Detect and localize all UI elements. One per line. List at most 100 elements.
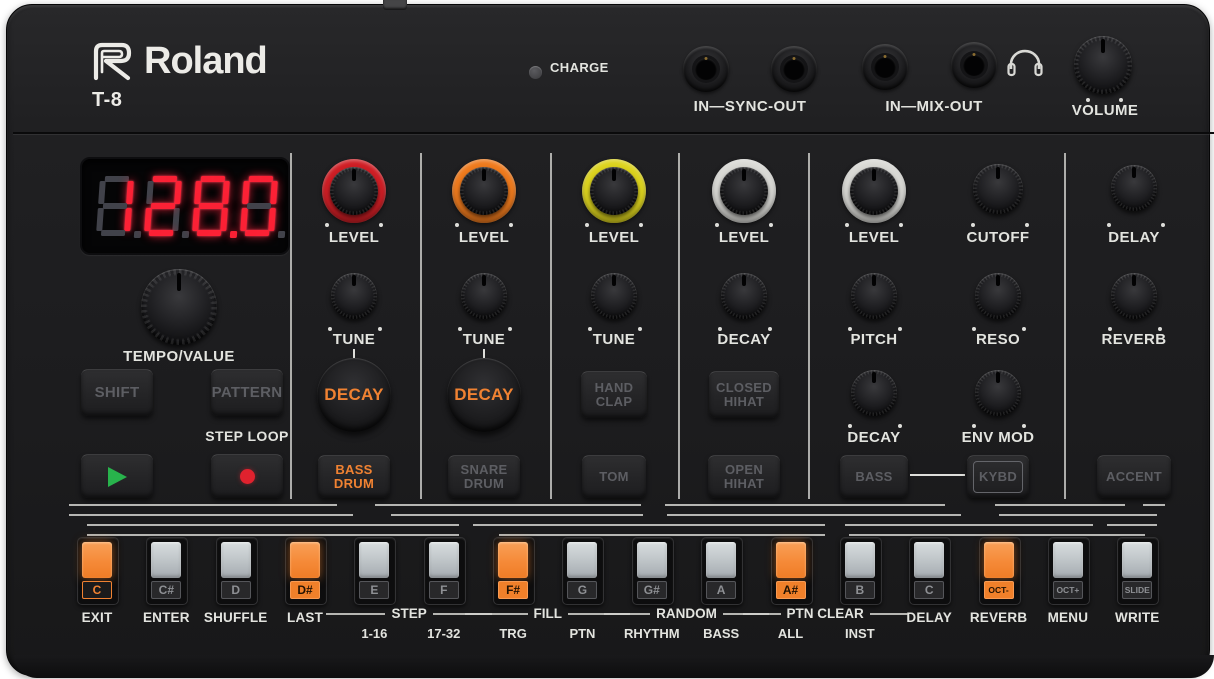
roland-logo-icon	[89, 39, 135, 83]
reverb-knob[interactable]	[1111, 273, 1157, 319]
bass-drum-level-knob[interactable]	[330, 167, 378, 215]
key-note-label: C#	[151, 581, 181, 599]
closed-hihat-button[interactable]: CLOSED HIHAT	[709, 371, 779, 418]
step-key-15-oct+[interactable]: OCT+	[1048, 537, 1090, 605]
key-pad	[290, 542, 320, 578]
step-key-13-c[interactable]: C	[909, 537, 951, 605]
hihat-decay-knob[interactable]	[721, 273, 767, 319]
play-button[interactable]	[81, 454, 153, 498]
tempo-display	[80, 157, 290, 255]
key-note-label: A#	[776, 581, 806, 599]
snare-drum-decay-button[interactable]: DECAY	[447, 358, 521, 432]
cutoff-knob[interactable]	[973, 164, 1023, 214]
key-note-label: OCT-	[984, 581, 1014, 599]
display-digit	[238, 174, 280, 238]
key-note-label: C	[82, 581, 112, 599]
key-note-label: SLIDE	[1122, 581, 1152, 599]
sync-out-jack	[771, 46, 817, 92]
power-switch-tab	[383, 0, 407, 10]
key-note-label: G	[567, 581, 597, 599]
step-key-8-g[interactable]: G	[562, 537, 604, 605]
key-pad	[1053, 542, 1083, 578]
display-digit	[190, 174, 232, 238]
key-note-label: D#	[290, 581, 320, 599]
key-function-group-ptn-clear: PTN CLEARALLINST	[743, 606, 908, 644]
step-key-2-c#[interactable]: C#	[146, 537, 188, 605]
step-key-9-g#[interactable]: G#	[632, 537, 674, 605]
key-function-label-write: WRITE	[1092, 610, 1182, 625]
snare-drum-tune-knob[interactable]	[461, 273, 507, 319]
key-pad	[637, 542, 667, 578]
bass-pitch-knob[interactable]	[851, 273, 897, 319]
step-key-10-a[interactable]: A	[701, 537, 743, 605]
hand-clap-label-line1: HAND	[595, 381, 634, 395]
tom-level-knob[interactable]	[590, 167, 638, 215]
reverb-label: REVERB	[1089, 331, 1179, 348]
bass-drum-decay-button[interactable]: DECAY	[317, 358, 391, 432]
key-pad	[706, 542, 736, 578]
step-key-5-e[interactable]: E	[354, 537, 396, 605]
key-note-label: D	[221, 581, 251, 599]
kybd-button[interactable]: KYBD	[967, 455, 1029, 498]
key-pad	[567, 542, 597, 578]
key-pad	[359, 542, 389, 578]
snare-drum-level-knob[interactable]	[460, 167, 508, 215]
step-key-12-b[interactable]: B	[840, 537, 882, 605]
snare-drum-decay-button-label: DECAY	[454, 385, 513, 405]
step-key-14-oct-[interactable]: OCT-	[979, 537, 1021, 605]
bass-button[interactable]: BASS	[840, 455, 908, 498]
bass-drum-label-line2: DRUM	[334, 477, 374, 491]
key-pad	[82, 542, 112, 578]
hand-clap-label-line2: CLAP	[596, 395, 633, 409]
bass-drum-button[interactable]: BASS DRUM	[318, 455, 390, 498]
env-mod-knob[interactable]	[975, 370, 1021, 416]
sync-label: IN—SYNC-OUT	[670, 98, 830, 115]
open-hihat-label-line2: HIHAT	[724, 477, 764, 491]
step-key-6-f[interactable]: F	[424, 537, 466, 605]
step-key-1-c[interactable]: C	[77, 537, 119, 605]
hihat-level-knob[interactable]	[720, 167, 768, 215]
key-pad	[776, 542, 806, 578]
roland-logo: Roland	[89, 39, 267, 83]
tom-button[interactable]: TOM	[582, 455, 646, 498]
shift-button[interactable]: SHIFT	[81, 369, 153, 416]
open-hihat-label-line1: OPEN	[725, 463, 763, 477]
record-button[interactable]	[211, 454, 283, 498]
bass-decay-label: DECAY	[829, 429, 919, 446]
bass-level-knob[interactable]	[850, 167, 898, 215]
open-hihat-button[interactable]: OPEN HIHAT	[708, 455, 780, 498]
delay-knob[interactable]	[1111, 165, 1157, 211]
headphones-icon	[1006, 47, 1044, 77]
env-mod-label: ENV MOD	[948, 429, 1048, 446]
accent-label: ACCENT	[1106, 470, 1162, 484]
bass-drum-tune-knob[interactable]	[331, 273, 377, 319]
shift-button-label: SHIFT	[95, 385, 140, 401]
record-icon	[240, 469, 255, 484]
step-key-4-d#[interactable]: D#	[285, 537, 327, 605]
volume-label: VOLUME	[1045, 102, 1165, 119]
accent-button[interactable]: ACCENT	[1097, 455, 1171, 498]
hand-clap-button[interactable]: HAND CLAP	[581, 371, 647, 418]
step-key-3-d[interactable]: D	[216, 537, 258, 605]
key-note-label: E	[359, 581, 389, 599]
bass-pitch-label: PITCH	[829, 331, 919, 348]
group-title: PTN CLEAR	[787, 606, 864, 621]
bass-drum-label-line1: BASS	[335, 463, 372, 477]
bass-level-label: LEVEL	[829, 229, 919, 246]
pattern-button[interactable]: PATTERN	[211, 369, 283, 416]
step-key-11-a#[interactable]: A#	[771, 537, 813, 605]
hihat-decay-label: DECAY	[699, 331, 789, 348]
bass-decay-knob[interactable]	[851, 370, 897, 416]
key-note-label: F#	[498, 581, 528, 599]
key-note-label: OCT+	[1053, 581, 1083, 599]
bass-reso-knob[interactable]	[975, 273, 1021, 319]
bass-drum-tune-label: TUNE	[309, 331, 399, 348]
step-key-16-slide[interactable]: SLIDE	[1117, 537, 1159, 605]
snare-drum-button[interactable]: SNARE DRUM	[448, 455, 520, 498]
tom-tune-knob[interactable]	[591, 273, 637, 319]
volume-knob[interactable]	[1074, 36, 1132, 94]
tempo-value-knob[interactable]	[141, 269, 217, 345]
step-key-7-f#[interactable]: F#	[493, 537, 535, 605]
key-pad	[1122, 542, 1152, 578]
bass-label: BASS	[855, 470, 892, 484]
